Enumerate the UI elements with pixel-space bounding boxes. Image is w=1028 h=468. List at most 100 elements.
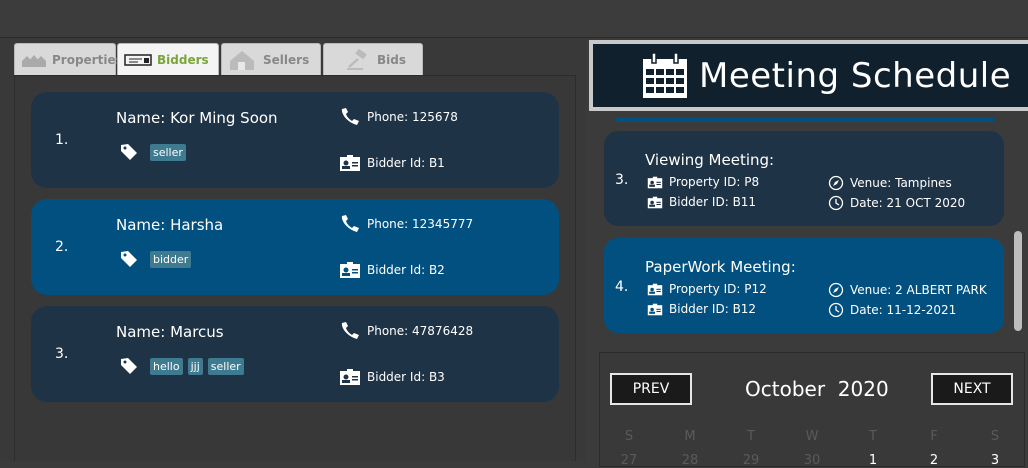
- tag-badge: hello: [150, 357, 183, 375]
- tag-list: seller: [119, 142, 186, 162]
- schedule-header: Meeting Schedule: [589, 40, 1028, 111]
- left-panel: Properties Bidders Sellers Bids 1. Name:…: [0, 38, 586, 461]
- weekday-label: T: [747, 429, 755, 444]
- meeting-list: 3. Viewing Meeting: Property ID: P8 Bidd…: [587, 113, 1028, 342]
- tab-bids[interactable]: Bids: [323, 43, 423, 75]
- tab-label: Bidders: [157, 53, 209, 67]
- bidder-list: 1. Name: Kor Ming Soon seller Phone: 125…: [14, 75, 576, 461]
- id-card-icon: [647, 303, 663, 315]
- window-title-bar: [0, 0, 1028, 38]
- weekday-label: F: [930, 429, 938, 444]
- phone-text: Phone: 47876428: [367, 324, 474, 338]
- property-id-text: Property ID: P8: [669, 175, 760, 189]
- schedule-title: Meeting Schedule: [699, 55, 1012, 96]
- bidder-card[interactable]: 1. Name: Kor Ming Soon seller Phone: 125…: [31, 92, 559, 188]
- phone-info: Phone: 47876428: [339, 321, 473, 341]
- phone-icon: [341, 215, 359, 232]
- tab-label: Properties: [52, 52, 123, 67]
- partial-meeting-card[interactable]: [615, 118, 995, 122]
- month-year-label: October 2020: [745, 377, 889, 401]
- tag-badge: seller: [207, 357, 244, 375]
- bidder-index: 2.: [55, 239, 69, 255]
- id-card-icon: [647, 176, 663, 188]
- tag-icon: [121, 358, 137, 374]
- tab-bidders[interactable]: Bidders: [117, 43, 219, 76]
- houses-icon: [22, 54, 46, 67]
- clock-icon: [828, 195, 844, 211]
- meeting-card[interactable]: 4. PaperWork Meeting: Property ID: P12 B…: [604, 238, 1004, 333]
- venue-info: Venue: Tampines: [828, 175, 952, 191]
- next-month-button[interactable]: NEXT: [931, 373, 1013, 405]
- bidder-id-text: Bidder Id: B1: [367, 156, 445, 170]
- tag-list: hello jjj seller: [119, 356, 244, 376]
- bidder-name: Name: Harsha: [116, 216, 224, 234]
- weekday-label: T: [869, 429, 877, 444]
- meeting-index: 3.: [615, 172, 629, 188]
- bidder-id-info: Bidder Id: B1: [339, 154, 445, 172]
- id-card-icon: [340, 262, 360, 278]
- tag-icon: [121, 144, 137, 160]
- tab-label: Sellers: [263, 52, 310, 67]
- phone-text: Phone: 12345777: [367, 217, 474, 231]
- venue-info: Venue: 2 ALBERT PARK: [828, 282, 987, 298]
- id-card-icon: [340, 155, 360, 171]
- meeting-title: Viewing Meeting:: [645, 151, 775, 169]
- bidder-id-info: Bidder ID: B12: [647, 302, 756, 316]
- id-card-icon: [647, 283, 663, 295]
- bidder-index: 3.: [55, 346, 69, 362]
- right-panel: Meeting Schedule 3. Viewing Meeting: Pro…: [587, 38, 1028, 468]
- phone-icon: [341, 322, 359, 339]
- month-label: October: [745, 377, 826, 401]
- bidder-id-info: Bidder Id: B3: [339, 368, 445, 386]
- phone-info: Phone: 12345777: [339, 214, 473, 234]
- meeting-title: PaperWork Meeting:: [645, 258, 796, 276]
- date-text: Date: 11-12-2021: [850, 303, 957, 317]
- id-card-icon: [340, 369, 360, 385]
- bidder-name: Name: Marcus: [116, 323, 224, 341]
- tab-sellers[interactable]: Sellers: [221, 43, 321, 75]
- weekday-label: M: [684, 429, 696, 444]
- clock-icon: [828, 302, 844, 318]
- bidder-id-info: Bidder ID: B11: [647, 195, 756, 209]
- property-id-info: Property ID: P12: [647, 282, 767, 296]
- date-info: Date: 11-12-2021: [828, 302, 956, 318]
- bidder-id-text: Bidder Id: B3: [367, 370, 445, 384]
- gavel-icon: [347, 48, 367, 70]
- meeting-card[interactable]: 3. Viewing Meeting: Property ID: P8 Bidd…: [604, 131, 1004, 226]
- tag-badge: jjj: [187, 357, 203, 375]
- year-label: 2020: [837, 377, 889, 401]
- phone-icon: [341, 108, 359, 125]
- bidder-card[interactable]: 2. Name: Harsha bidder Phone: 12345777 B…: [31, 199, 559, 295]
- bidder-id-text: Bidder Id: B2: [367, 263, 445, 277]
- weekday-label: W: [805, 429, 819, 444]
- compass-icon: [828, 282, 844, 298]
- bidder-id-text: Bidder ID: B12: [669, 302, 757, 316]
- tab-label: Bids: [377, 52, 406, 67]
- phone-text: Phone: 125678: [367, 110, 458, 124]
- tag-badge: bidder: [150, 250, 192, 268]
- date-text: Date: 21 OCT 2020: [850, 196, 966, 210]
- id-card-icon: [647, 196, 663, 208]
- venue-text: Venue: 2 ALBERT PARK: [850, 283, 987, 297]
- prev-month-button[interactable]: PREV: [610, 373, 692, 405]
- weekday-label: S: [990, 429, 1000, 444]
- bidder-name: Name: Kor Ming Soon: [116, 109, 278, 127]
- property-id-info: Property ID: P8: [647, 175, 759, 189]
- bidder-id-text: Bidder ID: B11: [669, 195, 757, 209]
- house-icon: [230, 50, 254, 70]
- bidder-card-icon: [124, 54, 152, 66]
- bidder-card[interactable]: 3. Name: Marcus hello jjj seller Phone: …: [31, 306, 559, 402]
- date-info: Date: 21 OCT 2020: [828, 195, 965, 211]
- weekday-label: S: [624, 429, 634, 444]
- compass-icon: [828, 175, 844, 191]
- venue-text: Venue: Tampines: [850, 176, 952, 190]
- tag-badge: seller: [150, 143, 186, 161]
- meeting-list-scrollbar[interactable]: [1014, 231, 1022, 331]
- bidder-index: 1.: [55, 132, 69, 148]
- tag-list: bidder: [119, 249, 192, 269]
- calendar-icon: [643, 51, 687, 98]
- property-id-text: Property ID: P12: [669, 282, 767, 296]
- tab-properties[interactable]: Properties: [14, 43, 123, 75]
- meeting-index: 4.: [615, 279, 629, 295]
- phone-info: Phone: 125678: [339, 107, 458, 127]
